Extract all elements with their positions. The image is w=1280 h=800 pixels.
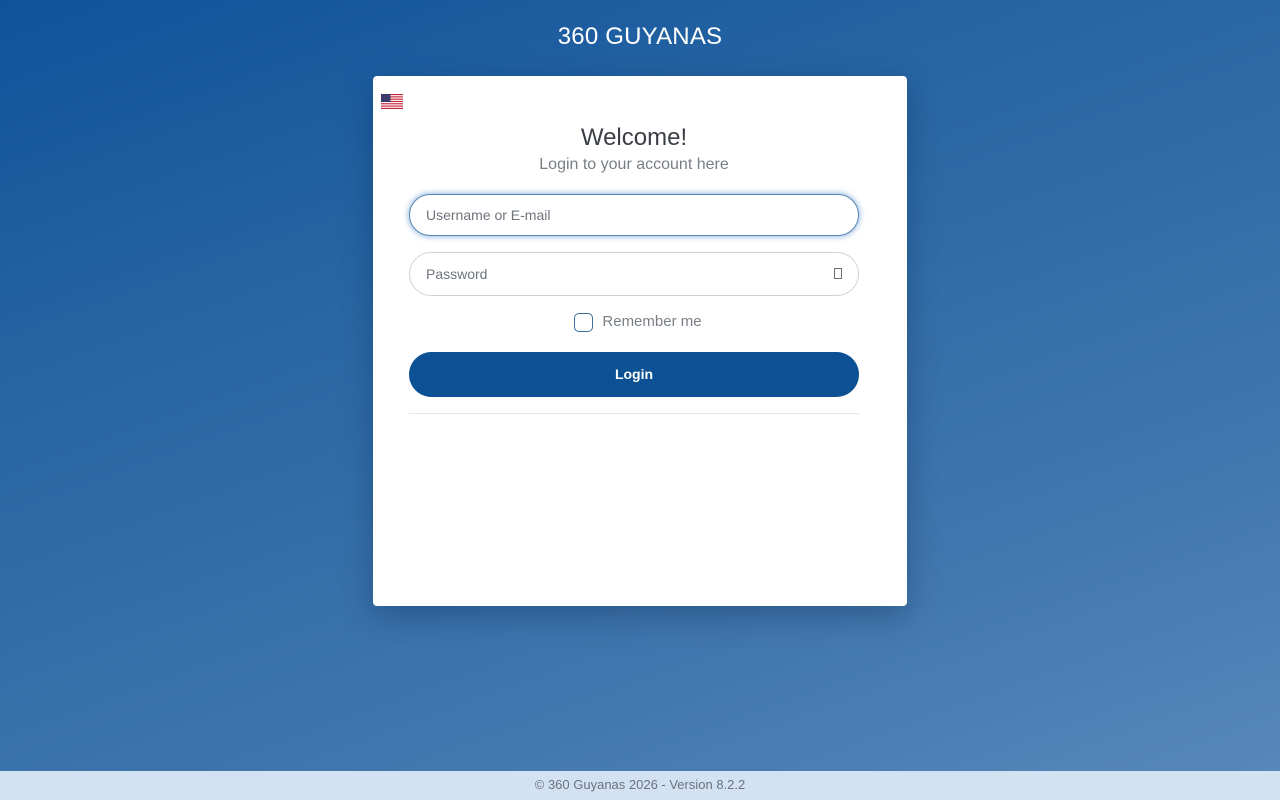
welcome-heading: Welcome! xyxy=(580,124,688,151)
divider xyxy=(409,413,859,414)
username-input[interactable] xyxy=(410,195,858,235)
password-input[interactable] xyxy=(410,253,858,295)
username-field-wrapper xyxy=(409,194,859,236)
remember-me-label[interactable]: Remember me xyxy=(602,312,701,332)
footer: © 360 Guyanas 2026 - Version 8.2.2 xyxy=(0,771,1280,800)
login-button[interactable]: Login xyxy=(409,352,859,397)
us-flag-icon[interactable] xyxy=(381,94,403,109)
remember-me-checkbox[interactable] xyxy=(574,312,594,332)
app-title: 360 GUYANAS xyxy=(557,23,723,50)
password-field-wrapper xyxy=(409,252,859,296)
login-card: Welcome! Login to your account here Reme… xyxy=(373,76,907,606)
show-password-icon[interactable] xyxy=(834,268,842,279)
login-subtitle: Login to your account here xyxy=(539,156,729,173)
remember-me: Remember me xyxy=(373,312,895,332)
